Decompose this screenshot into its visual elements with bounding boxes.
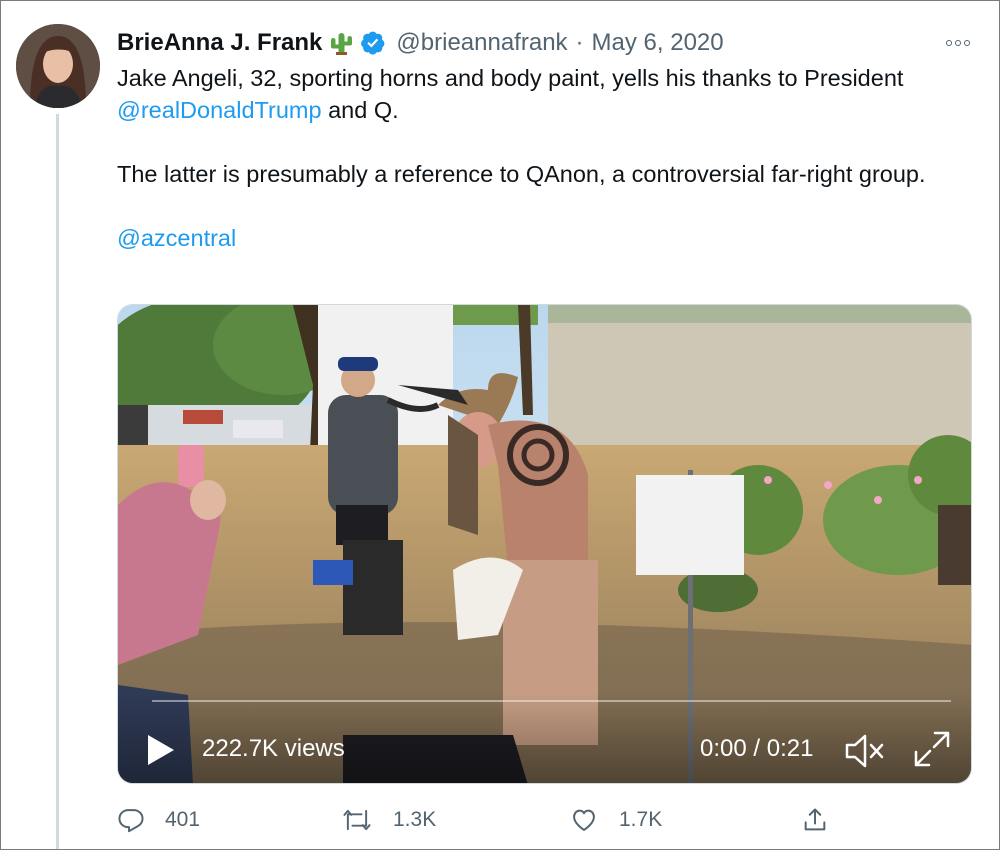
header-separator: · (575, 29, 584, 56)
share-button[interactable] (801, 800, 849, 840)
author-handle[interactable]: @brieannafrank (396, 29, 567, 57)
retweet-button[interactable]: 1.3K (341, 800, 436, 840)
verified-badge-icon (360, 30, 386, 56)
mute-button[interactable] (844, 731, 886, 771)
video-progress-bar[interactable] (152, 700, 951, 702)
reply-icon (118, 809, 144, 833)
tweet-actions: 401 1.3K 1.7K (117, 800, 947, 840)
tweet-text-line1-end: and Q. (321, 97, 399, 123)
reply-button[interactable]: 401 (117, 800, 200, 840)
heart-icon (573, 809, 595, 831)
reply-count: 401 (165, 808, 201, 831)
more-options-button[interactable] (936, 32, 980, 54)
retweet-count: 1.3K (393, 808, 437, 831)
author-name[interactable]: BrieAnna J. Frank (117, 29, 322, 57)
tweet-header: BrieAnna J. Frank @brieannafrank · May 6… (117, 26, 724, 60)
like-count: 1.7K (619, 808, 663, 831)
thread-line (56, 114, 59, 850)
retweet-icon (343, 809, 371, 831)
share-icon (804, 808, 826, 831)
like-button[interactable]: 1.7K (569, 800, 662, 840)
fullscreen-button[interactable] (912, 729, 952, 769)
more-dot-icon (964, 40, 970, 46)
tweet-text-line1: Jake Angeli, 32, sporting horns and body… (117, 65, 904, 91)
more-dot-icon (946, 40, 952, 46)
video-time: 0:00 / 0:21 (700, 735, 814, 762)
avatar[interactable] (16, 24, 100, 108)
tweet-text: Jake Angeli, 32, sporting horns and body… (117, 62, 947, 254)
fullscreen-icon (914, 731, 950, 767)
mention-realdonaldtrump-link[interactable]: @realDonaldTrump (117, 97, 322, 123)
play-button[interactable] (146, 733, 176, 767)
tweet-paragraph-2: The latter is presumably a reference to … (117, 161, 926, 187)
avatar-image (16, 24, 100, 108)
mention-azcentral-link[interactable]: @azcentral (117, 225, 236, 251)
tweet-paragraph-3: @azcentral (117, 222, 947, 254)
tweet-paragraph-1: Jake Angeli, 32, sporting horns and body… (117, 62, 947, 126)
more-dot-icon (955, 40, 961, 46)
speaker-muted-icon (845, 734, 884, 768)
video-player[interactable]: 222.7K views 0:00 / 0:21 (117, 304, 972, 784)
cactus-icon (328, 30, 354, 56)
tweet-date[interactable]: May 6, 2020 (592, 29, 724, 57)
play-icon (148, 735, 174, 765)
video-views: 222.7K views (202, 735, 345, 762)
